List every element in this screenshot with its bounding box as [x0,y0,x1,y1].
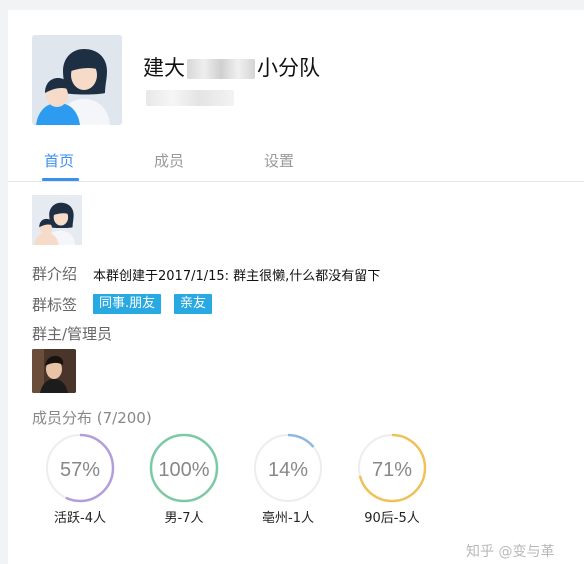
tab-home[interactable]: 首页 [44,150,74,171]
tab-bar: 首页 成员 设置 [8,140,584,182]
stat-active: 57% 活跃-4人 [40,433,120,526]
group-people-icon-small [32,195,82,245]
tab-settings[interactable]: 设置 [264,150,294,171]
group-info-card: 建大 小分队 首页 成员 设置 群介绍 本群创建于2017/1/15: 群主很懒,… [8,10,584,564]
admins-label: 群主/管理员 [32,325,113,343]
group-avatar-small[interactable] [32,195,82,245]
group-people-icon [32,35,122,125]
stat-age: 71% 90后-5人 [352,433,432,526]
group-name: 建大 小分队 [143,52,320,82]
percent-location: 14% [268,459,308,481]
label-male: 男-7人 [164,511,204,526]
ring-chart-age: 71% [357,433,427,503]
tab-members[interactable]: 成员 [154,150,184,171]
tag-relatives[interactable]: 亲友 [174,294,213,314]
group-name-suffix: 小分队 [257,56,320,80]
tags-label: 群标签 [32,296,78,314]
stat-location: 14% 亳州-1人 [248,433,328,526]
intro-label: 群介绍 [32,265,78,283]
percent-age: 71% [372,459,412,481]
admin-photo-icon [32,349,76,393]
label-location: 亳州-1人 [262,511,314,526]
redacted-group-id-blur [146,90,234,106]
active-tab-indicator [42,178,79,181]
stat-male: 100% 男-7人 [144,433,224,526]
intro-text: 本群创建于2017/1/15: 群主很懒,什么都没有留下 [93,269,381,284]
percent-active: 57% [60,459,100,481]
redacted-name-blur [187,59,255,79]
group-name-prefix: 建大 [143,56,185,80]
ring-chart-active: 57% [45,433,115,503]
label-active: 活跃-4人 [54,511,106,526]
distribution-title: 成员分布 (7/200) [32,409,152,427]
ring-chart-location: 14% [253,433,323,503]
ring-chart-male: 100% [149,433,219,503]
percent-male: 100% [158,459,209,481]
group-avatar[interactable] [32,35,122,125]
label-age: 90后-5人 [364,511,420,526]
admin-avatar[interactable] [32,349,76,393]
tag-colleague-friend[interactable]: 同事.朋友 [93,294,162,314]
watermark: 知乎 @变与革 [466,544,555,560]
